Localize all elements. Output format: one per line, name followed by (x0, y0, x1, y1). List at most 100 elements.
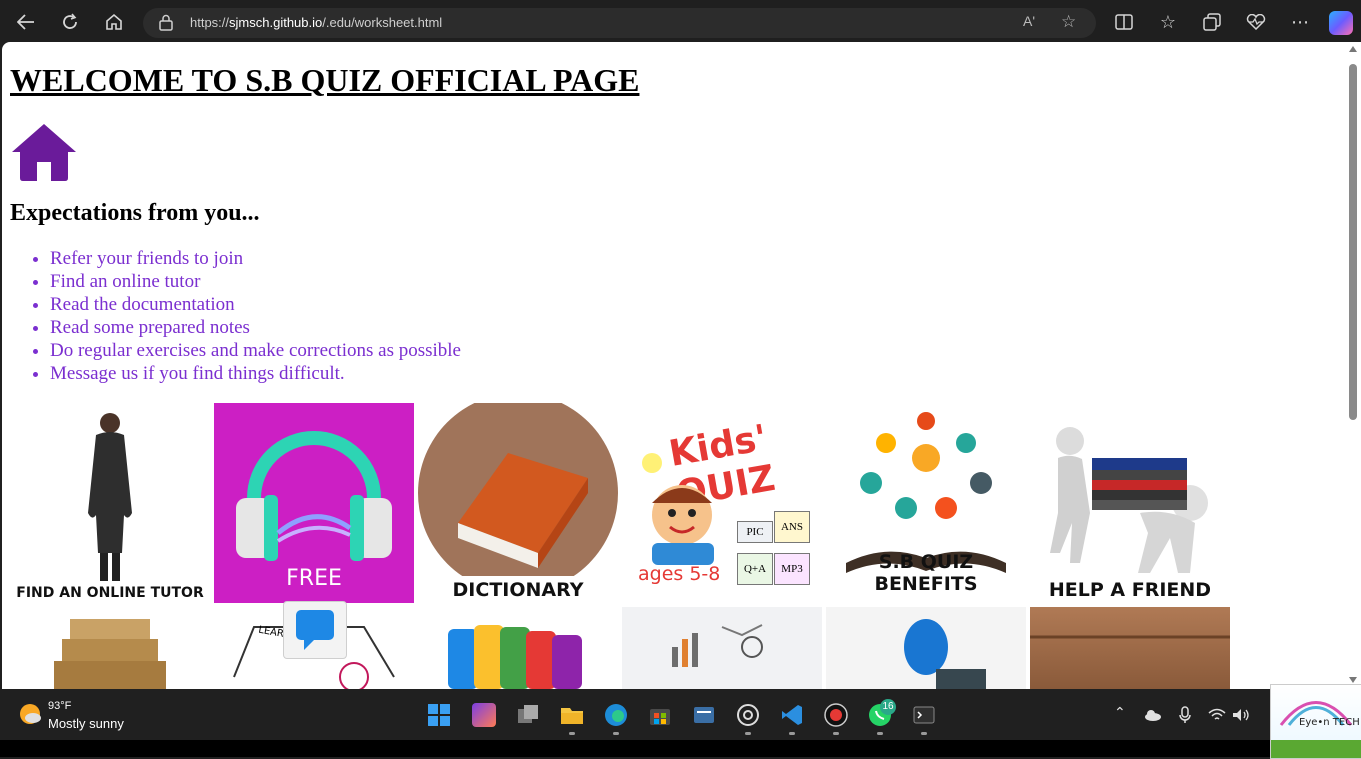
favorites-button[interactable]: ☆ (1154, 8, 1182, 36)
people-carrying-books-image (1050, 427, 1208, 573)
running-indicator (613, 732, 619, 735)
running-indicator (833, 732, 839, 735)
book-icon (418, 403, 618, 603)
quiz-benefits-tile[interactable]: S.B QUIZ BENEFITS (826, 403, 1026, 603)
tile-caption: HELP A FRIEND (1048, 579, 1212, 601)
tile-caption: FIND AN ONLINE TUTOR (16, 585, 204, 601)
wifi-icon[interactable] (1208, 708, 1226, 722)
book-stack-image (54, 619, 166, 689)
refresh-button[interactable] (56, 8, 84, 36)
terminal-icon[interactable] (912, 703, 936, 727)
favorites-star-icon: ☆ (1159, 11, 1177, 33)
tutor-figure-image (88, 413, 132, 581)
screen-recorder-icon[interactable] (824, 703, 848, 727)
home-outline-icon (106, 13, 122, 30)
whatsapp-badge: 16 (880, 699, 896, 715)
microphone-icon[interactable] (1179, 706, 1191, 724)
collections-button[interactable] (1198, 8, 1226, 36)
home-button[interactable] (100, 8, 128, 36)
chat-popup-button[interactable] (283, 601, 347, 659)
tile-caption: DICTIONARY (452, 579, 584, 601)
list-item: Read some prepared notes (50, 316, 461, 339)
weather-temperature[interactable]: 93°F (48, 700, 71, 712)
vscode-icon[interactable] (780, 703, 804, 727)
running-indicator (877, 732, 883, 735)
laptop-user-tile[interactable] (826, 607, 1026, 689)
ans-badge: ANS (774, 511, 810, 543)
logo-text: Eye•n TECH (1299, 717, 1360, 728)
list-item: Read the documentation (50, 293, 461, 316)
scroll-thumb[interactable] (1349, 64, 1357, 420)
kids-quiz-tile[interactable]: Kids' QUIZ PIC ANS Q+A MP3 ages 5-8 (622, 403, 822, 603)
tile-caption: FREE (286, 566, 342, 591)
library-tile[interactable] (1030, 607, 1230, 689)
heart-pulse-icon (1246, 14, 1266, 30)
edge-browser-icon[interactable] (604, 703, 628, 727)
toy-books-tile[interactable] (418, 607, 618, 689)
web-page: WELCOME TO S.B QUIZ OFFICIAL PAGE Expect… (2, 42, 1346, 689)
running-indicator (569, 732, 575, 735)
chat-bubble-icon (296, 610, 334, 650)
toy-books-image (448, 625, 582, 689)
chatgpt-icon[interactable] (736, 703, 760, 727)
health-button[interactable] (1242, 8, 1270, 36)
task-view-icon[interactable] (516, 703, 540, 727)
list-item: Message us if you find things difficult. (50, 362, 461, 385)
qa-badge: Q+A (737, 553, 773, 585)
browser-toolbar: https://sjmsch.github.io/.edu/worksheet.… (0, 0, 1361, 42)
pic-badge: PIC (737, 521, 773, 543)
url-text: https://sjmsch.github.io/.edu/worksheet.… (190, 15, 443, 30)
free-music-tile[interactable]: FREE (214, 403, 414, 603)
copilot-pre-icon[interactable] (472, 703, 496, 727)
books-stack-tile[interactable] (10, 607, 210, 689)
running-indicator (921, 732, 927, 735)
back-arrow-icon (17, 14, 34, 30)
running-indicator (789, 732, 795, 735)
lock-icon (159, 14, 173, 31)
list-item: Do regular exercises and make correction… (50, 339, 461, 362)
ellipsis-icon: ⋯ (1291, 11, 1309, 33)
favorite-star-icon[interactable]: ☆ (1061, 12, 1076, 32)
library-shelf-image (1030, 635, 1230, 639)
ages-label: ages 5-8 (638, 563, 721, 585)
onedrive-cloud-icon[interactable] (1144, 709, 1162, 721)
address-bar[interactable]: https://sjmsch.github.io/.edu/worksheet.… (143, 8, 1096, 38)
scroll-up-icon[interactable] (1349, 46, 1357, 52)
back-button[interactable] (12, 8, 40, 36)
refresh-icon (63, 13, 77, 29)
split-screen-button[interactable] (1110, 8, 1138, 36)
weather-condition[interactable]: Mostly sunny (48, 716, 124, 731)
page-title: WELCOME TO S.B QUIZ OFFICIAL PAGE (10, 62, 640, 98)
tile-caption: S.B QUIZ BENEFITS (874, 551, 978, 595)
mp3-badge: MP3 (774, 553, 810, 585)
analytics-doodles-image (672, 624, 763, 667)
start-windows-icon[interactable] (427, 703, 451, 727)
eye-on-tech-logo: Eye•n TECH (1270, 684, 1361, 759)
volume-icon[interactable] (1232, 708, 1250, 722)
collections-icon (1203, 13, 1221, 31)
store-icon[interactable] (648, 703, 672, 727)
help-friend-tile[interactable]: HELP A FRIEND (1030, 403, 1230, 603)
split-screen-icon (1115, 14, 1133, 30)
list-item: Refer your friends to join (50, 247, 461, 270)
chevron-up-icon[interactable]: ⌃ (1114, 705, 1126, 721)
read-aloud-button[interactable]: Aʹ (1023, 13, 1035, 29)
dictionary-tile[interactable]: DICTIONARY (418, 403, 618, 603)
online-tutor-tile[interactable]: FIND AN ONLINE TUTOR (10, 403, 210, 603)
section-heading: Expectations from you... (10, 200, 260, 226)
analytics-tile[interactable] (622, 607, 822, 689)
laptop-user-image (904, 619, 986, 689)
sunny-weather-icon[interactable] (18, 702, 42, 726)
home-icon[interactable] (10, 122, 78, 182)
screen-bottom-edge (0, 740, 1361, 757)
scroll-down-icon[interactable] (1349, 677, 1357, 683)
running-indicator (745, 732, 751, 735)
copilot-icon[interactable] (1329, 11, 1353, 35)
page-scrollbar[interactable] (1346, 42, 1361, 689)
list-item: Find an online tutor (50, 270, 461, 293)
news-app-icon[interactable] (692, 703, 716, 727)
more-menu-button[interactable]: ⋯ (1286, 8, 1314, 36)
expectations-list: Refer your friends to join Find an onlin… (10, 247, 461, 385)
taskbar: 93°F Mostly sunny 16 ⌃ (0, 689, 1361, 740)
file-explorer-icon[interactable] (560, 703, 584, 727)
